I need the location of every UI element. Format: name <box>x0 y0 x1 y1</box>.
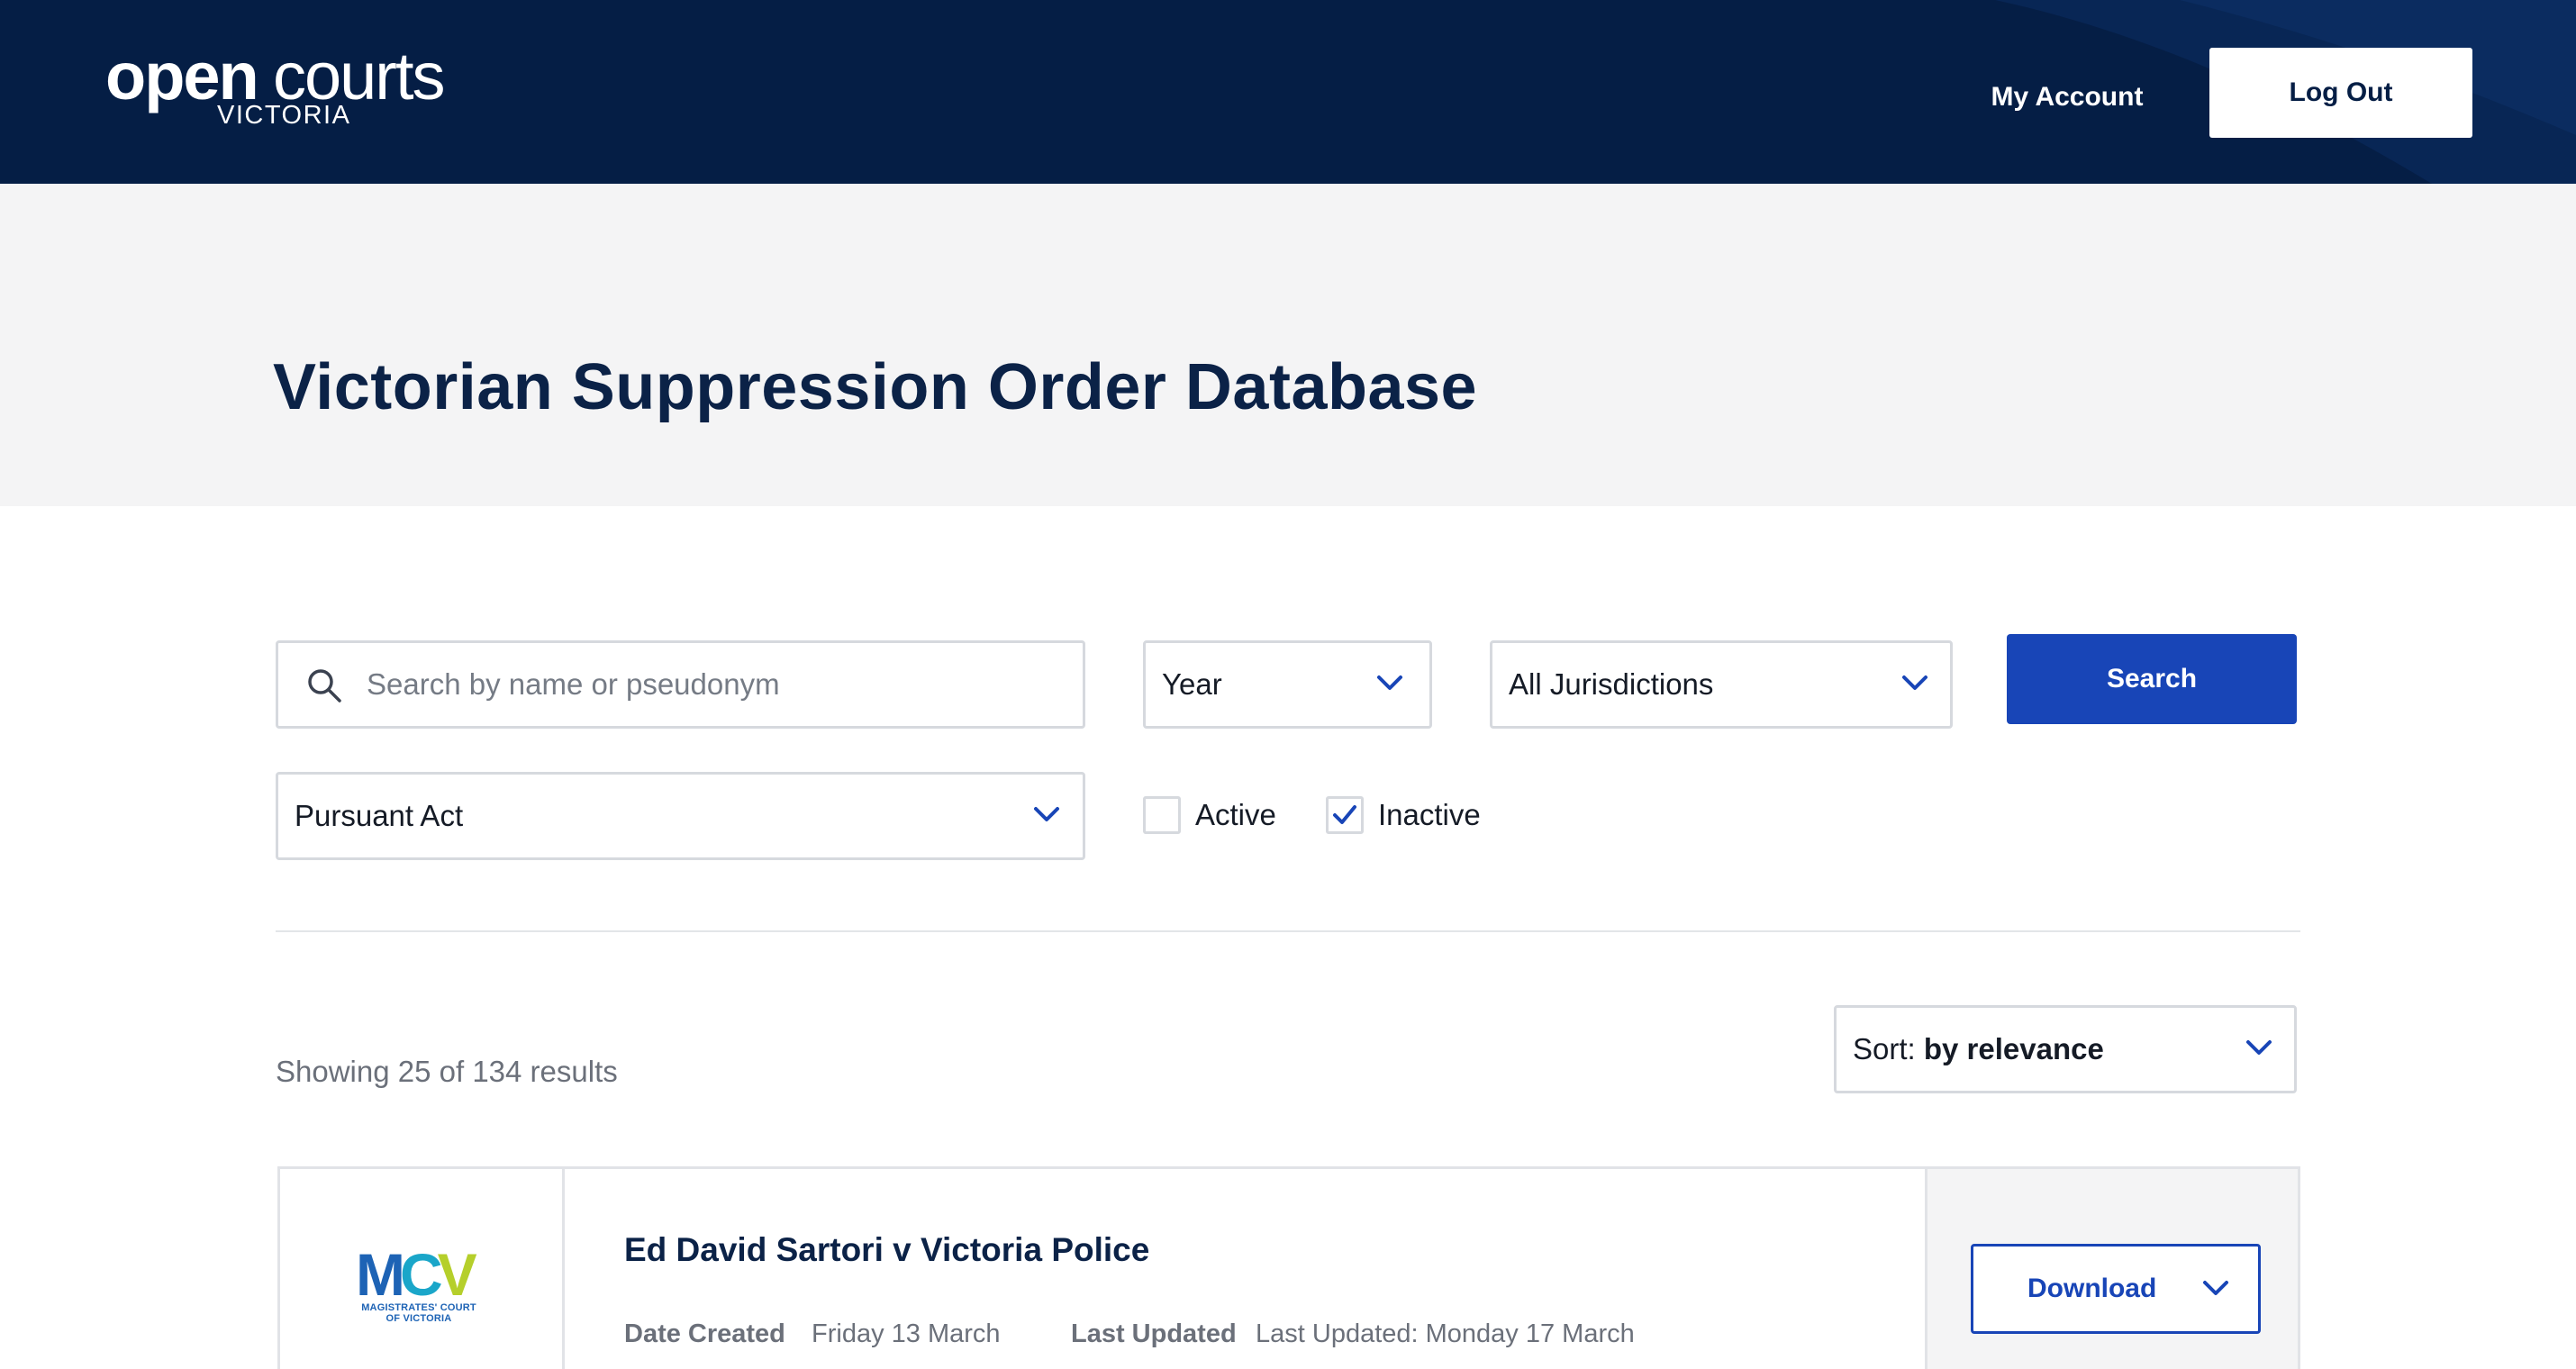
logo-word-courts: courts <box>273 39 446 113</box>
page-title: Victorian Suppression Order Database <box>273 351 1478 423</box>
sort-dropdown[interactable]: Sort: by relevance <box>1834 1005 2297 1093</box>
search-button[interactable]: Search <box>2007 634 2297 724</box>
logo-word-open: open <box>105 39 259 113</box>
inactive-checkbox-label: Inactive <box>1378 798 1481 831</box>
sort-dropdown-value: Sort: by relevance <box>1853 1008 2104 1091</box>
logout-button[interactable]: Log Out <box>2209 48 2472 138</box>
inactive-checkbox[interactable]: Inactive <box>1326 796 1506 841</box>
magistrates-court-logo: MCV MAGISTRATES' COURT OF VICTORIA <box>356 1245 482 1335</box>
court-logo-cell: MCV MAGISTRATES' COURT OF VICTORIA <box>280 1169 565 1369</box>
date-created-label: Date Created <box>624 1319 785 1348</box>
sort-value: by relevance <box>1923 1032 2104 1065</box>
court-logo-letter-c: C <box>399 1241 443 1308</box>
court-logo-letter-v: V <box>437 1241 477 1308</box>
case-title-link[interactable]: Ed David Sartori v Victoria Police <box>624 1228 1149 1272</box>
last-updated-value: Last Updated: Monday 17 March <box>1256 1319 1635 1348</box>
result-actions-cell: Download <box>1925 1169 2298 1369</box>
results-count: Showing 25 of 134 results <box>276 1055 618 1088</box>
result-card: MCV MAGISTRATES' COURT OF VICTORIA Ed Da… <box>277 1166 2300 1369</box>
jurisdiction-dropdown[interactable]: All Jurisdictions <box>1490 640 1953 729</box>
date-created-value: Friday 13 March <box>812 1319 1001 1348</box>
section-divider <box>276 930 2300 932</box>
court-logo-subtext-line1: MAGISTRATES' COURT <box>361 1302 476 1313</box>
checkbox-unchecked[interactable] <box>1143 796 1181 834</box>
jurisdiction-dropdown-value: All Jurisdictions <box>1509 667 1714 701</box>
magnifier-icon <box>308 669 341 703</box>
search-input[interactable] <box>367 643 1069 726</box>
chevron-down-icon <box>1377 675 1402 690</box>
court-logo-letters: MCV <box>356 1245 477 1304</box>
my-account-link[interactable]: My Account <box>1964 77 2171 117</box>
sort-prefix: Sort: <box>1853 1032 1916 1065</box>
pursuant-act-dropdown[interactable]: Pursuant Act <box>276 772 1085 860</box>
year-dropdown[interactable]: Year <box>1143 640 1432 729</box>
active-checkbox-label: Active <box>1195 798 1276 831</box>
open-courts-victoria-logo[interactable]: open courts VICTORIA <box>105 39 446 133</box>
last-updated-label: Last Updated <box>1071 1319 1237 1348</box>
chevron-down-icon <box>1034 807 1059 821</box>
checkbox-checked[interactable] <box>1326 796 1364 834</box>
year-dropdown-value: Year <box>1162 667 1222 701</box>
court-logo-subtext-line2: OF VICTORIA <box>385 1313 452 1324</box>
chevron-down-icon <box>1902 675 1927 690</box>
download-dropdown-button[interactable]: Download <box>1971 1244 2261 1334</box>
court-logo-letter-m: M <box>356 1241 405 1308</box>
site-header: open courts VICTORIA My Account Log Out <box>0 0 2576 184</box>
court-logo-subtext: MAGISTRATES' COURT OF VICTORIA <box>356 1302 482 1324</box>
chevron-down-icon <box>2203 1281 2228 1295</box>
chevron-down-icon <box>2246 1040 2272 1055</box>
checkmark-icon <box>1333 805 1356 824</box>
logo-word-victoria: VICTORIA <box>217 101 351 130</box>
hero-banner: Victorian Suppression Order Database <box>0 184 2576 506</box>
pursuant-act-dropdown-value: Pursuant Act <box>295 799 464 832</box>
download-button-label: Download <box>2027 1274 2157 1303</box>
search-field[interactable] <box>276 640 1085 729</box>
active-checkbox[interactable]: Active <box>1143 796 1287 841</box>
